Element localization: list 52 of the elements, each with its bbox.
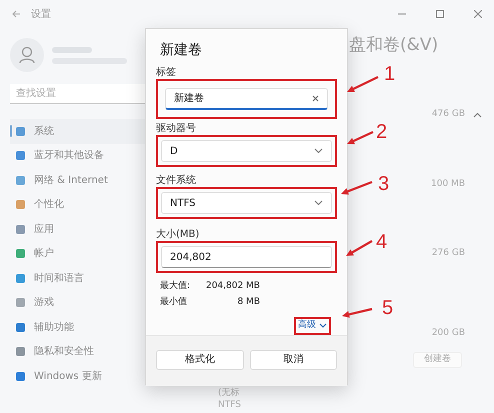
search-field[interactable]: 查找设置 (10, 84, 145, 104)
dialog-button[interactable]: 取消 (250, 350, 337, 370)
sidebar-item[interactable]: 隐私和安全性 (10, 340, 148, 364)
limit-value: 204,802 MB (204, 280, 260, 294)
field-label: 文件系统 (156, 175, 197, 187)
volume-info: (无标 (218, 387, 241, 399)
size-label: 476 GB (432, 108, 465, 121)
page-heading: 盘和卷(&V) (349, 34, 440, 56)
sidebar-item[interactable]: 蓝牙和其他设备 (10, 144, 148, 168)
volume-info: NTFS (218, 399, 242, 411)
field-label: 大小(MB) (156, 229, 200, 241)
field-label: 驱动器号 (156, 123, 197, 135)
sidebar-item[interactable]: 个性化 (10, 192, 148, 217)
size-label: 200 GB (432, 326, 465, 340)
selection-indicator (10, 125, 12, 137)
dialog-title: 新建卷 (160, 41, 203, 60)
sidebar-item[interactable]: 辅助功能 (10, 315, 148, 340)
chevron-down-icon (314, 200, 323, 206)
sidebar-item[interactable]: 游戏 (10, 290, 148, 315)
advanced-toggle[interactable]: 高级 (298, 319, 327, 332)
person-icon (19, 46, 35, 64)
limit-label: 最大值: (160, 280, 192, 294)
limit-value: 8 MB (236, 296, 260, 310)
chevron-down-icon (319, 323, 327, 328)
window-title: 设置 (31, 8, 51, 22)
sidebar-item[interactable]: 时间和语言 (10, 266, 148, 290)
size-label: 100 MB (431, 178, 465, 190)
sidebar-item[interactable]: 网络 & Internet (10, 168, 148, 192)
annotation-number: 2 (376, 120, 388, 144)
close-icon[interactable] (474, 10, 482, 18)
sidebar-item[interactable]: 帐户 (10, 242, 148, 266)
limit-label: 最小值 (160, 296, 188, 310)
annotation-number: 1 (384, 62, 396, 86)
sidebar-item[interactable]: Windows 更新 (10, 364, 148, 388)
field-label: 标签 (156, 67, 177, 79)
input-field[interactable]: 204,802 (161, 246, 332, 268)
chevron-up-icon (473, 112, 482, 118)
dialog-button[interactable]: 格式化 (156, 350, 244, 370)
annotation-number: 3 (378, 172, 390, 196)
chevron-down-icon (314, 148, 323, 154)
back-arrow-icon[interactable] (12, 10, 21, 18)
maximize-icon[interactable] (436, 10, 444, 18)
dropdown[interactable]: D (161, 140, 332, 162)
annotation-number: 4 (376, 230, 388, 254)
sidebar-item[interactable]: 应用 (10, 217, 148, 242)
dropdown[interactable]: NTFS (161, 192, 332, 214)
sidebar-item[interactable]: 系统 (10, 119, 148, 144)
create-volume-button[interactable]: 创建卷 (413, 352, 462, 368)
annotation-number: 5 (382, 296, 394, 320)
input-field[interactable]: 新建卷 (165, 88, 328, 110)
size-label: 276 GB (432, 247, 465, 260)
clear-icon[interactable] (312, 95, 319, 102)
